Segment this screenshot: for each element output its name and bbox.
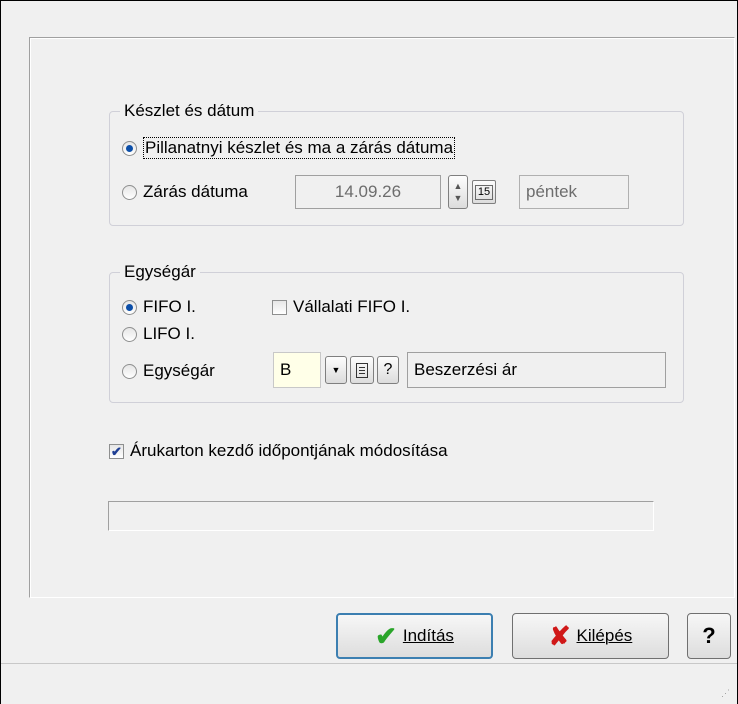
- modify-card-start-label: Árukarton kezdő időpontjának módosítása: [130, 441, 448, 460]
- exit-button[interactable]: ✘ Kilépés: [512, 613, 669, 659]
- weekday-field: péntek: [519, 175, 629, 209]
- stock-date-group-title: Készlet és dátum: [120, 100, 259, 122]
- radio-closing-date-indicator[interactable]: [122, 184, 137, 200]
- modify-card-start-row[interactable]: ✔ Árukarton kezdő időpontjának módosítás…: [109, 441, 448, 461]
- help-button-label: ?: [702, 623, 716, 648]
- price-code-help-label: ?: [383, 361, 393, 378]
- dialog-window: Készlet és dátum Pillanatnyi készlet és …: [0, 0, 738, 704]
- spin-up-icon: ▲: [453, 181, 463, 191]
- modify-card-start-checkbox[interactable]: ✔: [109, 443, 124, 459]
- radio-current-stock-indicator[interactable]: [122, 140, 137, 156]
- radio-lifo-label: LIFO I.: [143, 324, 195, 343]
- document-icon: [356, 362, 368, 378]
- radio-fifo[interactable]: FIFO I.: [122, 297, 196, 317]
- price-code-value: B: [280, 360, 292, 379]
- company-fifo-label: Vállalati FIFO I.: [293, 297, 411, 316]
- price-type-field: Beszerzési ár: [407, 352, 666, 388]
- radio-current-stock[interactable]: Pillanatnyi készlet és ma a zárás dátuma: [122, 137, 456, 159]
- radio-closing-date[interactable]: Zárás dátuma: [122, 182, 248, 202]
- closing-date-field[interactable]: 14.09.26: [295, 175, 441, 209]
- exit-button-label: Kilépés: [576, 626, 633, 645]
- x-icon: ✘: [548, 621, 571, 651]
- calendar-button[interactable]: 15: [472, 180, 496, 204]
- radio-lifo-indicator[interactable]: [122, 326, 137, 342]
- price-code-document-button[interactable]: [350, 356, 374, 384]
- start-button[interactable]: ✔ Indítás: [336, 613, 493, 659]
- price-code-dropdown-button[interactable]: ▼: [325, 356, 347, 384]
- chevron-down-icon: ▼: [331, 365, 341, 375]
- radio-unit-price-indicator[interactable]: [122, 363, 137, 379]
- weekday-value: péntek: [526, 182, 578, 201]
- stock-date-group: Készlet és dátum Pillanatnyi készlet és …: [109, 100, 684, 226]
- radio-unit-price[interactable]: Egységár: [122, 361, 215, 381]
- unit-price-group-title: Egységár: [120, 261, 200, 283]
- company-fifo-checkbox[interactable]: [272, 299, 287, 315]
- spin-down-icon: ▼: [453, 193, 463, 203]
- resize-grip-icon[interactable]: ⋰: [721, 688, 731, 698]
- check-icon: ✔: [375, 621, 397, 651]
- status-bar: ⋰: [1, 663, 737, 704]
- price-type-value: Beszerzési ár: [414, 360, 517, 379]
- price-code-field[interactable]: B: [273, 352, 321, 388]
- company-fifo-checkbox-row[interactable]: Vállalati FIFO I.: [272, 297, 410, 317]
- radio-unit-price-label: Egységár: [143, 361, 215, 380]
- radio-closing-date-label: Zárás dátuma: [143, 182, 248, 201]
- progress-bar: [108, 501, 654, 531]
- calendar-icon: 15: [474, 184, 494, 200]
- date-spin-button[interactable]: ▲ ▼: [448, 175, 468, 209]
- radio-fifo-label: FIFO I.: [143, 297, 196, 316]
- radio-fifo-indicator[interactable]: [122, 299, 137, 315]
- radio-lifo[interactable]: LIFO I.: [122, 324, 195, 344]
- help-button[interactable]: ?: [687, 613, 731, 659]
- start-button-label: Indítás: [402, 626, 454, 645]
- radio-current-stock-label: Pillanatnyi készlet és ma a zárás dátuma: [143, 137, 456, 159]
- closing-date-value: 14.09.26: [334, 182, 402, 201]
- price-code-help-button[interactable]: ?: [377, 356, 399, 384]
- unit-price-group: Egységár FIFO I. Vállalati FIFO I. LIFO …: [109, 261, 684, 403]
